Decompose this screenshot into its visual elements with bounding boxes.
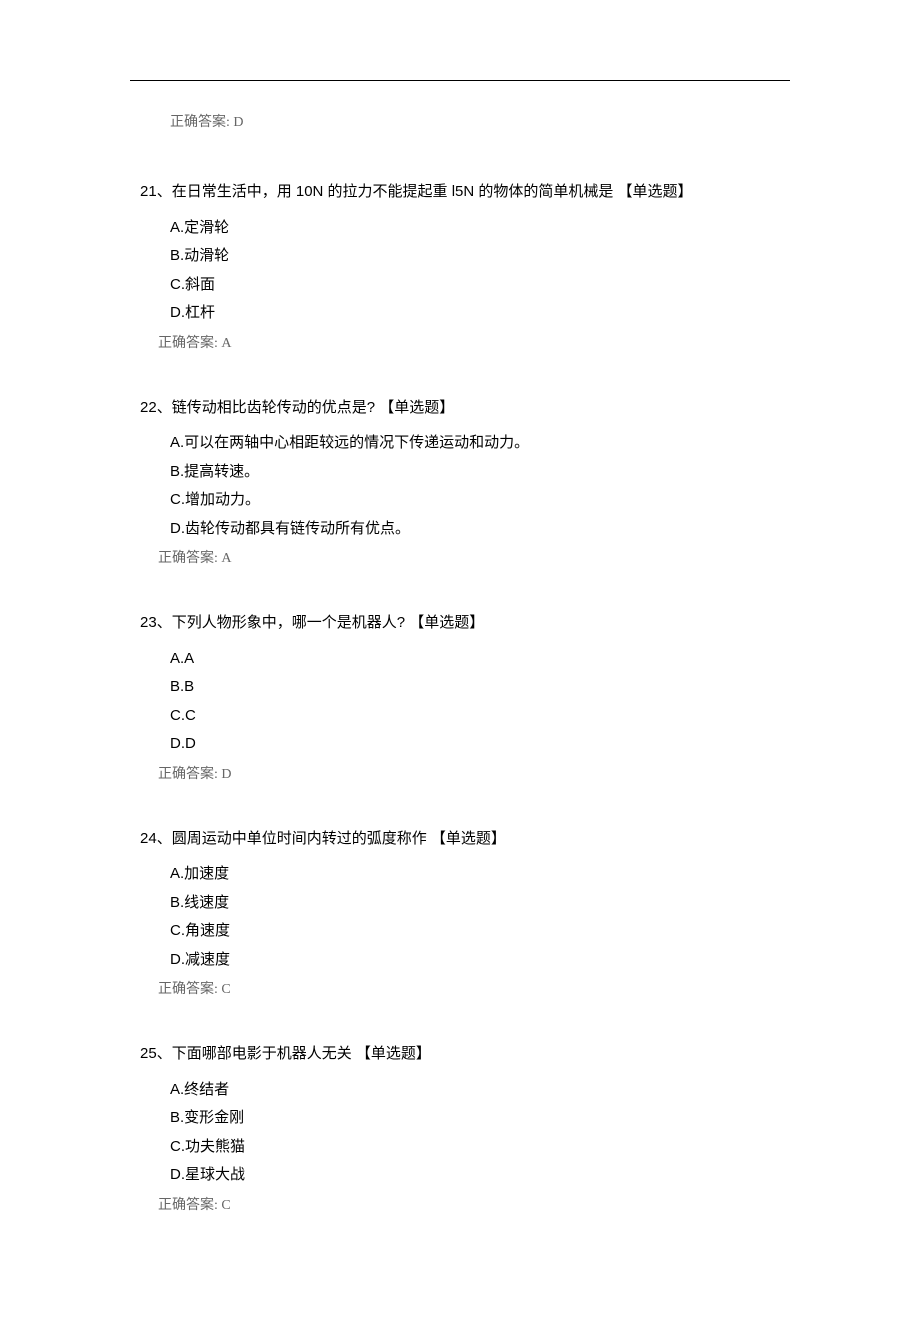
question-block: 23、下列人物形象中，哪一个是机器人? 【单选题】 A.A B.B C.C D.… (140, 612, 780, 783)
question-number: 24 (140, 830, 157, 847)
options-list: A.可以在两轴中心相距较远的情况下传递运动和动力。 B.提高转速。 C.增加动力… (170, 429, 780, 543)
options-list: A.A B.B C.C D.D (170, 645, 780, 759)
question-text: 、下面哪部电影于机器人无关 【单选题】 (157, 1045, 431, 1062)
option-d: D.杠杆 (170, 299, 780, 328)
option-d: D.减速度 (170, 946, 780, 975)
correct-answer: 正确答案: C (158, 978, 780, 998)
question-title: 23、下列人物形象中，哪一个是机器人? 【单选题】 (140, 612, 780, 635)
question-title: 21、在日常生活中，用 10N 的拉力不能提起重 l5N 的物体的简单机械是 【… (140, 181, 780, 204)
option-d: D.D (170, 730, 780, 759)
question-text: 、下列人物形象中，哪一个是机器人? 【单选题】 (157, 614, 485, 631)
question-title: 24、圆周运动中单位时间内转过的弧度称作 【单选题】 (140, 828, 780, 851)
option-c: C.角速度 (170, 917, 780, 946)
option-a: A.可以在两轴中心相距较远的情况下传递运动和动力。 (170, 429, 780, 458)
question-title: 22、链传动相比齿轮传动的优点是? 【单选题】 (140, 397, 780, 420)
correct-answer: 正确答案: D (158, 763, 780, 783)
option-a: A.A (170, 645, 780, 674)
question-block: 24、圆周运动中单位时间内转过的弧度称作 【单选题】 A.加速度 B.线速度 C… (140, 828, 780, 999)
option-b: B.变形金刚 (170, 1104, 780, 1133)
option-d: D.齿轮传动都具有链传动所有优点。 (170, 515, 780, 544)
option-b: B.线速度 (170, 889, 780, 918)
question-block: 22、链传动相比齿轮传动的优点是? 【单选题】 A.可以在两轴中心相距较远的情况… (140, 397, 780, 568)
options-list: A.定滑轮 B.动滑轮 C.斜面 D.杠杆 (170, 214, 780, 328)
options-list: A.加速度 B.线速度 C.角速度 D.减速度 (170, 860, 780, 974)
option-a: A.加速度 (170, 860, 780, 889)
options-list: A.终结者 B.变形金刚 C.功夫熊猫 D.星球大战 (170, 1076, 780, 1190)
option-b: B.B (170, 673, 780, 702)
option-c: C.斜面 (170, 271, 780, 300)
question-number: 23 (140, 614, 157, 631)
question-block: 25、下面哪部电影于机器人无关 【单选题】 A.终结者 B.变形金刚 C.功夫熊… (140, 1043, 780, 1214)
question-block: 21、在日常生活中，用 10N 的拉力不能提起重 l5N 的物体的简单机械是 【… (140, 181, 780, 352)
option-b: B.动滑轮 (170, 242, 780, 271)
question-text: 、链传动相比齿轮传动的优点是? 【单选题】 (157, 399, 455, 416)
correct-answer: 正确答案: A (158, 547, 780, 567)
question-number: 25 (140, 1045, 157, 1062)
option-a: A.定滑轮 (170, 214, 780, 243)
option-b: B.提高转速。 (170, 458, 780, 487)
option-c: C.增加动力。 (170, 486, 780, 515)
previous-answer: 正确答案: D (170, 111, 780, 131)
question-text: 、在日常生活中，用 10N 的拉力不能提起重 l5N 的物体的简单机械是 【单选… (157, 183, 693, 200)
option-d: D.星球大战 (170, 1161, 780, 1190)
question-title: 25、下面哪部电影于机器人无关 【单选题】 (140, 1043, 780, 1066)
option-c: C.功夫熊猫 (170, 1133, 780, 1162)
correct-answer: 正确答案: C (158, 1194, 780, 1214)
correct-answer: 正确答案: A (158, 332, 780, 352)
option-a: A.终结者 (170, 1076, 780, 1105)
page-divider (130, 80, 790, 81)
option-c: C.C (170, 702, 780, 731)
question-number: 22 (140, 399, 157, 416)
question-number: 21 (140, 183, 157, 200)
question-text: 、圆周运动中单位时间内转过的弧度称作 【单选题】 (157, 830, 506, 847)
